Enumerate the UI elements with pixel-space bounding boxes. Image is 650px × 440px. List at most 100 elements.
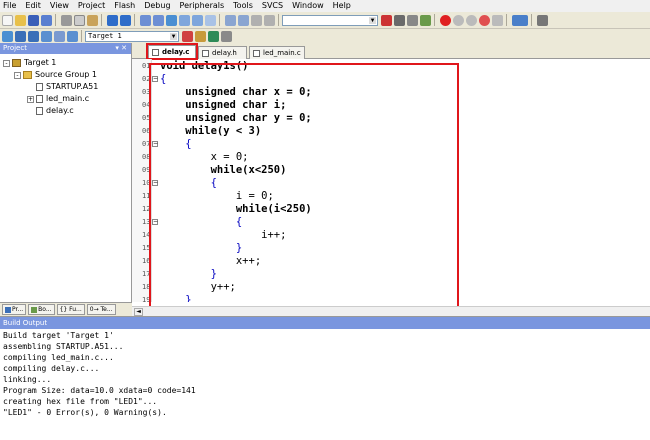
batch-build-icon[interactable] <box>41 30 52 42</box>
new-file-icon[interactable] <box>2 14 13 26</box>
menu-project[interactable]: Project <box>78 0 105 12</box>
settings-wrench-icon[interactable] <box>537 14 548 26</box>
toolbar-separator <box>134 14 135 26</box>
tab-label: Bo... <box>38 306 52 313</box>
tree-item-file[interactable]: + led_main.c <box>0 93 131 105</box>
menu-svcs[interactable]: SVCS <box>262 0 283 12</box>
save-icon[interactable] <box>28 14 39 26</box>
books-tab-icon <box>31 306 38 313</box>
tab-label: delay.h <box>212 49 237 57</box>
breakpoint-icon[interactable] <box>479 14 490 26</box>
collapse-icon[interactable]: - <box>14 71 21 79</box>
toolbar-separator <box>55 14 56 26</box>
tab-books[interactable]: Bo... <box>28 304 55 315</box>
stop-icon[interactable] <box>466 14 477 26</box>
redo-icon[interactable] <box>120 14 131 26</box>
bookmark-icon[interactable] <box>166 14 177 26</box>
nav-back-icon[interactable] <box>140 14 151 26</box>
kill-breakpoints-icon[interactable] <box>492 14 503 26</box>
tree-item-label: delay.c <box>46 106 74 115</box>
save-all-icon[interactable] <box>41 14 52 26</box>
editor-tabs: delay.c delay.h led_main.c <box>132 43 650 60</box>
tree-item-file[interactable]: delay.c <box>0 105 131 117</box>
tab-functions[interactable]: {} Fu... <box>56 304 85 315</box>
find-in-files-icon[interactable] <box>394 14 405 26</box>
build-output-line: compiling delay.c... <box>3 364 100 373</box>
menu-file[interactable]: File <box>3 0 16 12</box>
tree-item-file[interactable]: STARTUP.A51 <box>0 81 131 93</box>
bookmark-next-icon[interactable] <box>192 14 203 26</box>
project-panel: Project ▾ ✕ - Target 1 - Source Group 1 … <box>0 43 132 316</box>
build-output-line: assembling STARTUP.A51... <box>3 342 124 351</box>
h-file-icon <box>202 50 209 57</box>
tab-led-main-c[interactable]: led_main.c <box>249 46 305 59</box>
tree-item-source-group[interactable]: - Source Group 1 <box>0 69 131 81</box>
nav-forward-icon[interactable] <box>153 14 164 26</box>
run-icon[interactable] <box>453 14 464 26</box>
comment-icon[interactable] <box>251 14 262 26</box>
panel-controls: ▾ ✕ <box>115 43 127 54</box>
bookmark-clear-icon[interactable] <box>205 14 216 26</box>
tab-label: Pr... <box>12 306 24 313</box>
bookmark-prev-icon[interactable] <box>179 14 190 26</box>
build-output-title: Build Output <box>0 317 650 329</box>
project-panel-title: Project <box>3 44 27 52</box>
unindent-icon[interactable] <box>238 14 249 26</box>
tree-item-label: STARTUP.A51 <box>46 82 99 91</box>
build-output-line: "LED1" - 0 Error(s), 0 Warning(s). <box>3 408 167 417</box>
incremental-find-icon[interactable] <box>407 14 418 26</box>
copy-icon[interactable] <box>74 14 85 26</box>
expand-icon[interactable]: + <box>27 95 34 103</box>
environment-icon[interactable] <box>221 30 232 42</box>
toolbar-separator <box>278 14 279 26</box>
tab-project[interactable]: Pr... <box>2 304 27 315</box>
file-extensions-icon[interactable] <box>195 30 206 42</box>
tree-item-label: Source Group 1 <box>35 70 98 79</box>
debug-start-icon[interactable] <box>440 14 451 26</box>
asm-file-icon <box>36 83 43 91</box>
menu-edit[interactable]: Edit <box>25 0 41 12</box>
menu-peripherals[interactable]: Peripherals <box>180 0 225 12</box>
rebuild-icon[interactable] <box>28 30 39 42</box>
active-tab-highlight <box>146 43 198 60</box>
menu-help[interactable]: Help <box>333 0 351 12</box>
scroll-left-icon[interactable]: ◄ <box>134 308 143 316</box>
tree-item-label: led_main.c <box>46 94 90 103</box>
indent-icon[interactable] <box>225 14 236 26</box>
toolbar-separator <box>434 14 435 26</box>
tab-templates[interactable]: 0→ Te... <box>86 304 116 315</box>
tree-item-label: Target 1 <box>24 58 57 67</box>
manage-components-icon[interactable] <box>208 30 219 42</box>
build-icon[interactable] <box>15 30 26 42</box>
paste-icon[interactable] <box>87 14 98 26</box>
code-highlight-box <box>149 63 459 314</box>
translate-icon[interactable] <box>2 30 13 42</box>
toolbar-separator <box>101 14 102 26</box>
uncomment-icon[interactable] <box>264 14 275 26</box>
window-layout-icon[interactable] <box>512 14 528 26</box>
c-file-icon <box>36 107 43 115</box>
c-file-icon <box>36 95 43 103</box>
undo-icon[interactable] <box>107 14 118 26</box>
menu-debug[interactable]: Debug <box>144 0 170 12</box>
menu-view[interactable]: View <box>50 0 69 12</box>
configure-icon[interactable] <box>420 14 431 26</box>
menu-flash[interactable]: Flash <box>114 0 135 12</box>
cut-icon[interactable] <box>61 14 72 26</box>
target-options-icon[interactable] <box>182 30 193 42</box>
menu-tools[interactable]: Tools <box>233 0 253 12</box>
find-combo[interactable]: ▼ <box>282 14 378 26</box>
horizontal-scrollbar[interactable]: ◄ <box>132 306 650 316</box>
menu-window[interactable]: Window <box>292 0 324 12</box>
build-output-line: creating hex file from "LED1"... <box>3 397 158 406</box>
close-icon[interactable]: ✕ <box>121 44 127 52</box>
stop-build-icon[interactable] <box>54 30 65 42</box>
collapse-icon[interactable]: - <box>3 59 10 67</box>
find-icon[interactable] <box>381 14 392 26</box>
open-folder-icon[interactable] <box>15 14 26 26</box>
tab-delay-h[interactable]: delay.h <box>198 46 247 59</box>
tree-item-target[interactable]: - Target 1 <box>0 57 131 69</box>
target-select[interactable]: Target 1 ▼ <box>85 30 179 42</box>
chevron-down-icon: ▼ <box>369 16 376 24</box>
download-icon[interactable] <box>67 30 78 42</box>
